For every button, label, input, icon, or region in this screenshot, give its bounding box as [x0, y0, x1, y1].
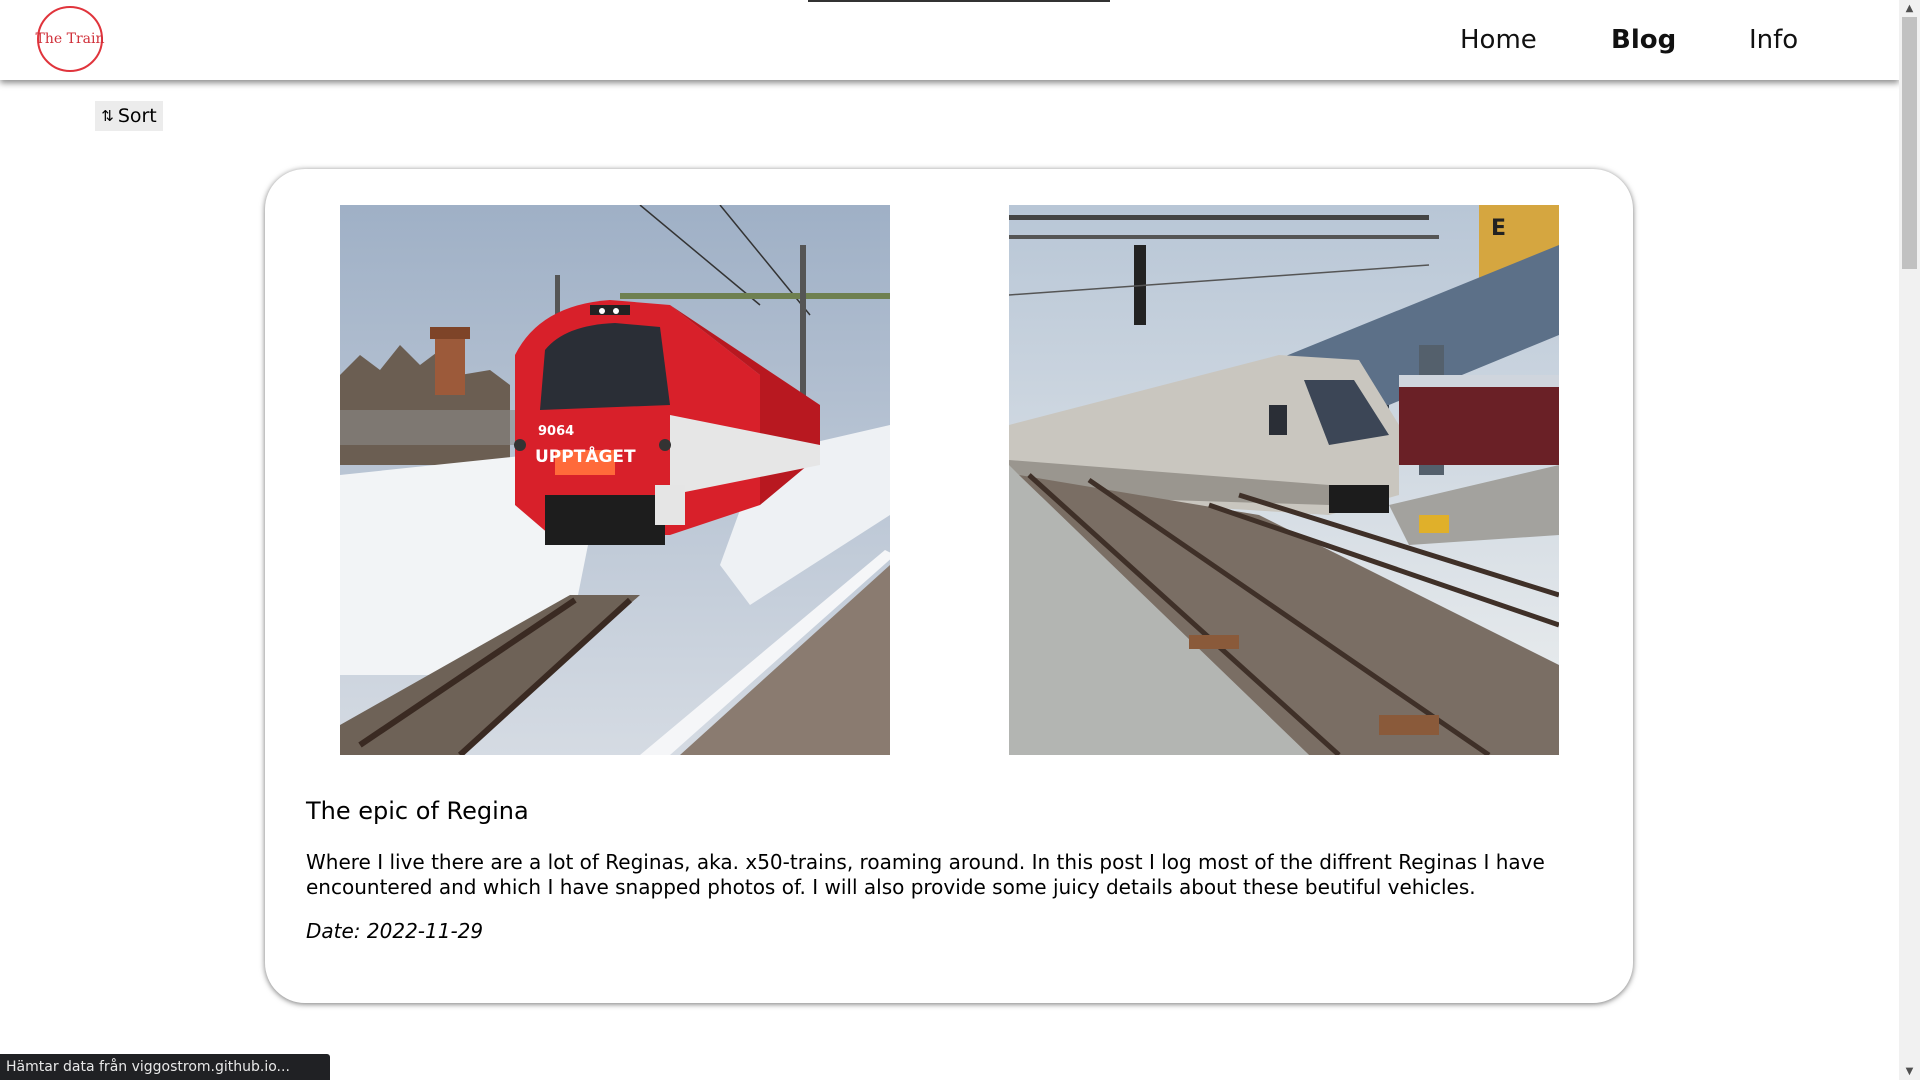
blog-post-card[interactable]: 9064 UPPTÅGET E The epic of Regina Where…	[265, 169, 1633, 1003]
train-number-text: 9064	[538, 424, 574, 439]
post-title[interactable]: The epic of Regina	[306, 797, 529, 825]
sort-icon: ⇅	[101, 107, 114, 125]
svg-text:E: E	[1491, 216, 1506, 241]
browser-status-bar: Hämtar data från viggostrom.github.io...	[0, 1054, 330, 1080]
scroll-down-arrow-icon[interactable]: ▼	[1899, 1063, 1920, 1080]
nav-blog-link[interactable]: Blog	[1611, 0, 1676, 80]
logo-text: The Train	[35, 31, 105, 47]
train-brand-text: UPPTÅGET	[535, 444, 636, 467]
sort-label: Sort	[117, 105, 157, 127]
browser-viewport: The Train Home Blog Info ⇅ Sort 9064 UPP…	[0, 0, 1899, 1080]
site-header: The Train Home Blog Info	[0, 0, 1899, 80]
post-photo-silver-train: E	[1009, 205, 1559, 755]
post-date: Date: 2022-11-29	[306, 919, 484, 943]
site-logo[interactable]: The Train	[35, 6, 105, 72]
post-description: Where I live there are a lot of Reginas,…	[306, 850, 1545, 899]
loading-indicator	[808, 0, 1110, 2]
nav-info-link[interactable]: Info	[1749, 0, 1798, 80]
sort-button[interactable]: ⇅ Sort	[95, 101, 163, 131]
scrollbar-thumb[interactable]	[1902, 17, 1917, 269]
post-photo-red-train: 9064 UPPTÅGET	[340, 205, 890, 755]
scroll-up-arrow-icon[interactable]: ▲	[1899, 0, 1920, 17]
vertical-scrollbar[interactable]: ▲ ▼	[1899, 0, 1920, 1080]
nav-home-link[interactable]: Home	[1460, 0, 1537, 80]
